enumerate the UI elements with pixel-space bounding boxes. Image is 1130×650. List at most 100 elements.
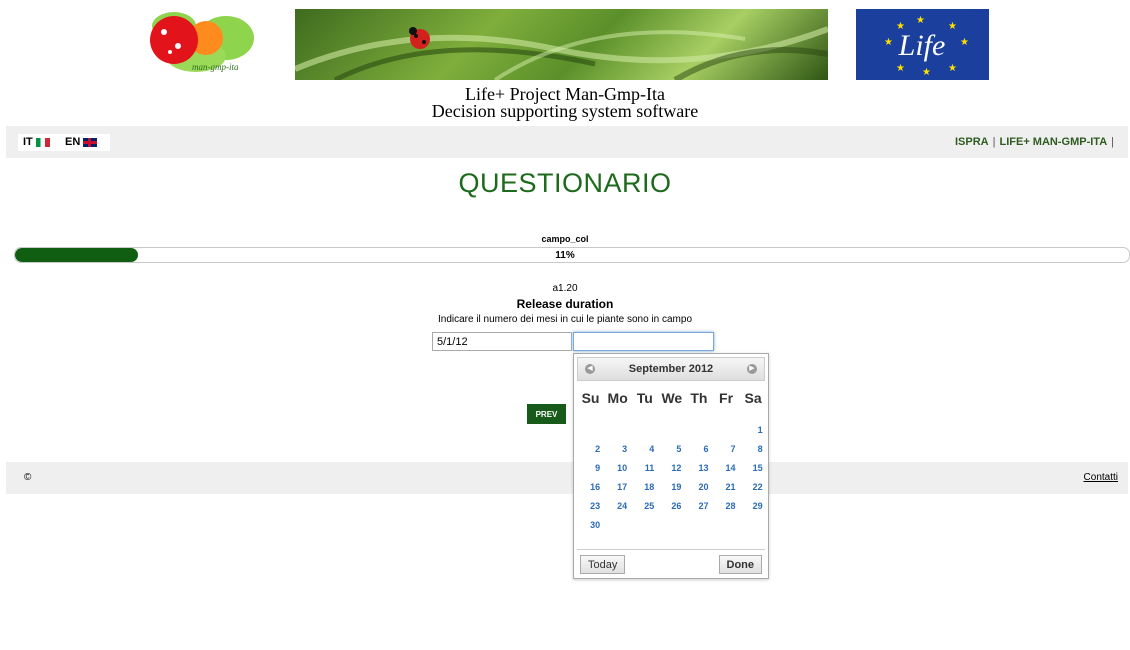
calendar-week-row: 1 xyxy=(577,421,767,440)
calendar-week-row: 9 10 11 12 13 14 15 xyxy=(577,459,767,478)
calendar-day[interactable]: 9 xyxy=(577,459,604,478)
calendar-empty-cell xyxy=(631,421,658,440)
calendar-day[interactable]: 14 xyxy=(712,459,739,478)
calendar-day[interactable]: 4 xyxy=(631,440,658,459)
lang-en-button[interactable]: EN xyxy=(60,134,110,151)
weekday-label: Mo xyxy=(607,390,628,406)
calendar-day[interactable]: 21 xyxy=(712,478,739,497)
calendar-week-row: 30 xyxy=(577,516,767,535)
nav-links: ISPRA | LIFE+ MAN-GMP-ITA | xyxy=(955,134,1118,151)
nav-link-life[interactable]: LIFE+ MAN-GMP-ITA xyxy=(999,136,1107,148)
calendar-day[interactable]: 6 xyxy=(685,440,712,459)
logo-text: man-gmp-ita xyxy=(192,62,239,72)
calendar-day[interactable]: 26 xyxy=(658,497,685,516)
nav-separator: | xyxy=(1111,136,1114,148)
calendar-empty-cell xyxy=(658,421,685,440)
svg-text:★: ★ xyxy=(960,37,969,48)
calendar-week-row: 16 17 18 19 20 21 22 xyxy=(577,478,767,497)
calendar-day[interactable]: 18 xyxy=(631,478,658,497)
nav-separator: | xyxy=(992,136,996,148)
uk-flag-icon xyxy=(83,138,98,147)
svg-text:★: ★ xyxy=(896,63,905,74)
banner-image xyxy=(295,9,828,80)
weekday-label: We xyxy=(661,390,683,406)
calendar-empty-cell xyxy=(685,421,712,440)
calendar-day[interactable]: 23 xyxy=(577,497,604,516)
calendar-empty-cell xyxy=(712,421,739,440)
weekday-label: Sa xyxy=(744,390,762,406)
copyright: © xyxy=(24,472,32,483)
svg-text:★: ★ xyxy=(884,37,893,48)
calendar-day[interactable]: 22 xyxy=(740,478,767,497)
datepicker-month: September 2012 xyxy=(628,363,714,375)
calendar-day[interactable]: 13 xyxy=(685,459,712,478)
calendar-day[interactable]: 2 xyxy=(577,440,604,459)
calendar-empty-cell xyxy=(631,516,658,535)
next-month-icon[interactable]: ▶ xyxy=(747,364,757,374)
question-description: Indicare il numero dei mesi in cui le pi… xyxy=(437,314,693,325)
calendar-day[interactable]: 27 xyxy=(685,497,712,516)
question-title: Release duration xyxy=(516,297,614,311)
calendar-day[interactable]: 20 xyxy=(685,478,712,497)
calendar-day[interactable]: 8 xyxy=(740,440,767,459)
weekday-label: Su xyxy=(581,390,600,406)
calendar-day[interactable]: 12 xyxy=(658,459,685,478)
prev-button[interactable]: PREV xyxy=(527,404,566,424)
datepicker-header: ◀ September 2012 ▶ xyxy=(577,357,765,381)
svg-text:★: ★ xyxy=(948,21,957,32)
ladybug-logo: man-gmp-ita xyxy=(134,8,256,80)
calendar-day[interactable]: 1 xyxy=(740,421,767,440)
project-title-line2: Decision supporting system software xyxy=(431,101,699,121)
question-code: a1.20 xyxy=(552,283,578,294)
progress-label: campo_col xyxy=(541,234,589,244)
page-title: QUESTIONARIO xyxy=(458,168,672,198)
calendar-day[interactable]: 10 xyxy=(604,459,631,478)
calendar-empty-cell xyxy=(604,516,631,535)
datepicker-weekdays: Su Mo Tu We Th Fr Sa xyxy=(577,390,767,406)
calendar-empty-cell xyxy=(685,516,712,535)
datepicker-divider xyxy=(577,549,765,550)
nav-bar: IT EN ISPRA | LIFE+ MAN-GMP-ITA | xyxy=(6,126,1128,158)
italy-flag-icon xyxy=(35,138,50,147)
life-logo-text: Life xyxy=(898,29,946,62)
calendar-day[interactable]: 28 xyxy=(712,497,739,516)
done-button[interactable]: Done xyxy=(718,555,762,574)
lang-it-button[interactable]: IT xyxy=(18,134,64,151)
progress-percent: 11% xyxy=(555,250,575,261)
calendar-day[interactable]: 30 xyxy=(577,516,604,535)
eu-life-logo: Life ★ ★ ★ ★ ★ ★ ★ ★ xyxy=(856,9,989,80)
weekday-label: Fr xyxy=(719,390,734,406)
calendar-day[interactable]: 3 xyxy=(604,440,631,459)
calendar-day[interactable]: 17 xyxy=(604,478,631,497)
svg-text:★: ★ xyxy=(948,63,957,74)
calendar-empty-cell xyxy=(658,516,685,535)
svg-text:★: ★ xyxy=(916,15,925,26)
end-date-input[interactable] xyxy=(573,332,714,351)
calendar-day[interactable]: 25 xyxy=(631,497,658,516)
lang-it-label: IT xyxy=(23,136,33,148)
start-date-input[interactable] xyxy=(432,332,572,351)
calendar-empty-cell xyxy=(604,421,631,440)
calendar-day[interactable]: 15 xyxy=(740,459,767,478)
datepicker-grid: 1 2 3 4 5 6 7 8 9 10 11 12 13 14 15 16 17 18 19 20 21 22 23 24 2… xyxy=(577,421,767,535)
today-button[interactable]: Today xyxy=(580,555,626,574)
contact-link[interactable]: Contatti xyxy=(1084,472,1118,483)
calendar-day[interactable]: 24 xyxy=(604,497,631,516)
calendar-day[interactable]: 11 xyxy=(631,459,658,478)
calendar-day[interactable]: 29 xyxy=(740,497,767,516)
calendar-empty-cell xyxy=(740,516,767,535)
weekday-label: Tu xyxy=(636,390,653,406)
calendar-day[interactable]: 16 xyxy=(577,478,604,497)
footer: © Contatti xyxy=(6,462,1128,494)
calendar-day[interactable]: 7 xyxy=(712,440,739,459)
weekday-label: Th xyxy=(690,390,708,406)
lang-en-label: EN xyxy=(65,136,81,148)
datepicker: ◀ September 2012 ▶ Su Mo Tu We Th Fr Sa … xyxy=(573,353,769,579)
calendar-empty-cell xyxy=(712,516,739,535)
svg-text:★: ★ xyxy=(896,21,905,32)
calendar-week-row: 23 24 25 26 27 28 29 xyxy=(577,497,767,516)
calendar-day[interactable]: 19 xyxy=(658,478,685,497)
nav-link-ispra[interactable]: ISPRA xyxy=(955,136,989,148)
calendar-day[interactable]: 5 xyxy=(658,440,685,459)
calendar-week-row: 2345678 xyxy=(577,440,767,459)
